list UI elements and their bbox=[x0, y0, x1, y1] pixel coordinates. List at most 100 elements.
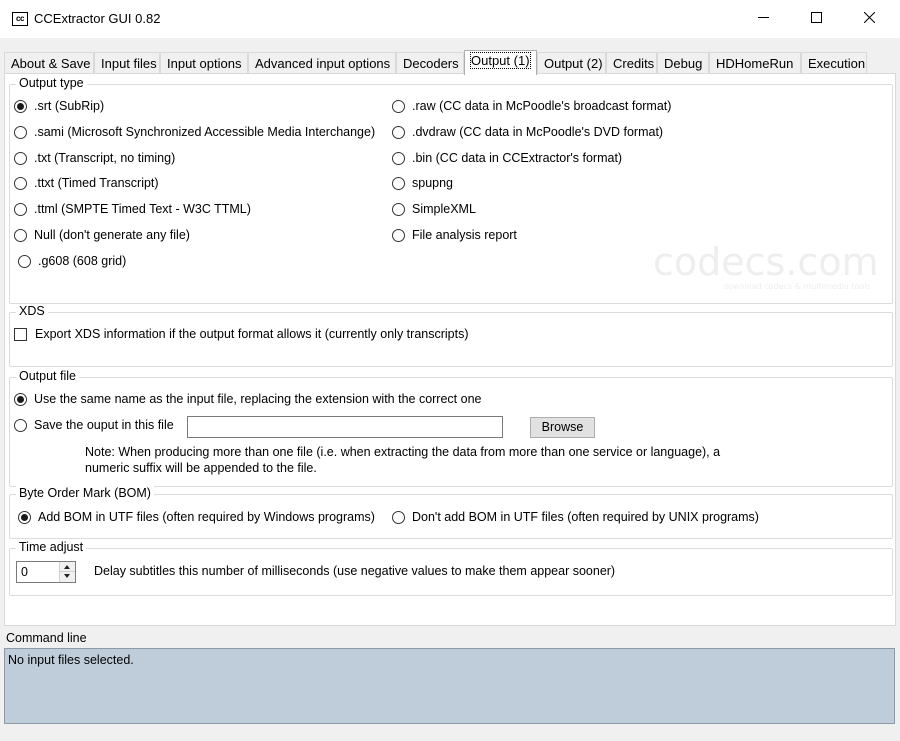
tab-label: Input files bbox=[101, 56, 157, 71]
radio-button bbox=[14, 125, 27, 139]
option-label: Save the ouput in this file bbox=[34, 418, 174, 432]
tab-debug[interactable]: Debug bbox=[657, 52, 709, 74]
radio-dont-add-bom[interactable]: Don't add BOM in UTF files (often requir… bbox=[392, 510, 759, 524]
stepper-value: 0 bbox=[21, 565, 28, 579]
option-label: spupng bbox=[412, 176, 454, 190]
option-label: .sami (Microsoft Synchronized Accessible… bbox=[34, 125, 376, 139]
tab-input-options[interactable]: Input options bbox=[160, 52, 248, 74]
checkbox-label: Export XDS information if the output for… bbox=[35, 327, 469, 341]
note-line: Note: When producing more than one file … bbox=[85, 445, 721, 459]
radio-add-bom[interactable]: Add BOM in UTF files (often required by … bbox=[18, 510, 375, 524]
close-icon bbox=[864, 12, 875, 23]
delay-ms-stepper[interactable]: 0 bbox=[16, 561, 76, 583]
option-label: File analysis report bbox=[412, 228, 517, 242]
radio-button bbox=[14, 151, 27, 165]
tab-label: Output (2) bbox=[544, 56, 603, 71]
radio-ttxt[interactable]: .ttxt (Timed Transcript) bbox=[14, 176, 159, 190]
tab-label: Decoders bbox=[403, 56, 459, 71]
radio-dvdraw[interactable]: .dvdraw (CC data in McPoodle's DVD forma… bbox=[392, 125, 663, 139]
radio-button bbox=[14, 392, 27, 406]
radio-bin[interactable]: .bin (CC data in CCExtractor's format) bbox=[392, 151, 622, 165]
radio-sami[interactable]: .sami (Microsoft Synchronized Accessible… bbox=[14, 125, 375, 139]
output-file-path-input[interactable] bbox=[187, 416, 503, 438]
radio-file-analysis-report[interactable]: File analysis report bbox=[392, 228, 517, 242]
checkbox bbox=[14, 327, 27, 341]
tab-hdhomerun[interactable]: HDHomeRun bbox=[709, 52, 801, 74]
group-title: Output file bbox=[16, 369, 79, 383]
bom-group: Byte Order Mark (BOM) Add BOM in UTF fil… bbox=[9, 486, 893, 539]
radio-button bbox=[14, 176, 27, 190]
close-button[interactable] bbox=[846, 0, 892, 36]
tab-credits[interactable]: Credits bbox=[606, 52, 657, 74]
radio-button bbox=[18, 254, 31, 268]
minimize-button[interactable] bbox=[740, 0, 786, 36]
radio-button bbox=[392, 202, 405, 216]
radio-null[interactable]: Null (don't generate any file) bbox=[14, 228, 190, 242]
tab-advanced-input-options[interactable]: Advanced input options bbox=[248, 52, 396, 74]
command-line-text: No input files selected. bbox=[8, 653, 134, 667]
tab-output-1[interactable]: Output (1) bbox=[464, 50, 537, 75]
window-title: CCExtractor GUI 0.82 bbox=[34, 11, 161, 26]
tab-label: Debug bbox=[664, 56, 703, 71]
browse-button[interactable]: Browse bbox=[530, 417, 595, 438]
radio-simplexml[interactable]: SimpleXML bbox=[392, 202, 476, 216]
output-file-group: Output file Use the same name as the inp… bbox=[9, 369, 893, 487]
radio-srt[interactable]: .srt (SubRip) bbox=[14, 99, 104, 113]
time-adjust-group: Time adjust 0 Delay subtitles this numbe… bbox=[9, 540, 893, 596]
command-line-textarea[interactable]: No input files selected. bbox=[4, 648, 895, 724]
stepper-up-arrow-icon[interactable] bbox=[60, 562, 75, 572]
tab-about-save[interactable]: About & Save bbox=[4, 52, 94, 74]
tab-page-output-1: codecs.com download codecs & multimedia … bbox=[4, 73, 896, 626]
group-title: XDS bbox=[16, 304, 48, 318]
tab-execution[interactable]: Execution bbox=[801, 52, 867, 74]
maximize-button[interactable] bbox=[793, 0, 839, 36]
maximize-icon bbox=[811, 12, 822, 23]
xds-export-checkbox[interactable]: Export XDS information if the output for… bbox=[14, 327, 469, 341]
radio-ttml[interactable]: .ttml (SMPTE Timed Text - W3C TTML) bbox=[14, 202, 251, 216]
app-icon: cc bbox=[12, 12, 28, 26]
radio-button bbox=[18, 510, 31, 524]
tab-label: About & Save bbox=[11, 56, 91, 71]
tab-label: Advanced input options bbox=[255, 56, 391, 71]
command-line-label: Command line bbox=[6, 631, 87, 645]
radio-g608[interactable]: .g608 (608 grid) bbox=[18, 254, 126, 268]
radio-save-in-file[interactable]: Save the ouput in this file bbox=[14, 418, 174, 432]
radio-txt[interactable]: .txt (Transcript, no timing) bbox=[14, 151, 175, 165]
tab-output-2[interactable]: Output (2) bbox=[537, 52, 606, 74]
option-label: .srt (SubRip) bbox=[34, 99, 105, 113]
option-label: .ttxt (Timed Transcript) bbox=[34, 176, 159, 190]
radio-raw[interactable]: .raw (CC data in McPoodle's broadcast fo… bbox=[392, 99, 671, 113]
stepper-down-arrow-icon[interactable] bbox=[60, 572, 75, 582]
radio-button bbox=[14, 418, 27, 432]
stepper-buttons bbox=[59, 562, 75, 582]
output-file-note: Note: When producing more than one file … bbox=[85, 444, 765, 476]
option-label: .bin (CC data in CCExtractor's format) bbox=[412, 151, 623, 165]
tab-decoders[interactable]: Decoders bbox=[396, 52, 464, 74]
tab-label: HDHomeRun bbox=[716, 56, 794, 71]
note-line: numeric suffix will be appended to the f… bbox=[85, 461, 317, 475]
option-label: SimpleXML bbox=[412, 202, 476, 216]
tab-label: Input options bbox=[167, 56, 242, 71]
radio-button bbox=[392, 228, 405, 242]
tab-input-files[interactable]: Input files bbox=[94, 52, 160, 74]
option-label: .dvdraw (CC data in McPoodle's DVD forma… bbox=[412, 125, 664, 139]
delay-label: Delay subtitles this number of milliseco… bbox=[94, 564, 616, 578]
radio-button bbox=[14, 202, 27, 216]
option-label: .raw (CC data in McPoodle's broadcast fo… bbox=[412, 99, 672, 113]
option-label: .txt (Transcript, no timing) bbox=[34, 151, 176, 165]
radio-button bbox=[14, 228, 27, 242]
option-label: Add BOM in UTF files (often required by … bbox=[38, 510, 375, 524]
radio-button bbox=[392, 99, 405, 113]
radio-button bbox=[392, 176, 405, 190]
output-type-group: Output type .srt (SubRip) .sami (Microso… bbox=[9, 76, 893, 304]
radio-button bbox=[392, 125, 405, 139]
tab-label: Execution bbox=[808, 56, 866, 71]
radio-button bbox=[392, 510, 405, 524]
option-label: .g608 (608 grid) bbox=[38, 254, 127, 268]
radio-same-name[interactable]: Use the same name as the input file, rep… bbox=[14, 392, 481, 406]
option-label: .ttml (SMPTE Timed Text - W3C TTML) bbox=[34, 202, 251, 216]
option-label: Don't add BOM in UTF files (often requir… bbox=[412, 510, 759, 524]
radio-spupng[interactable]: spupng bbox=[392, 176, 453, 190]
tab-strip: About & Save Input files Input options A… bbox=[4, 50, 896, 75]
option-label: Null (don't generate any file) bbox=[34, 228, 190, 242]
